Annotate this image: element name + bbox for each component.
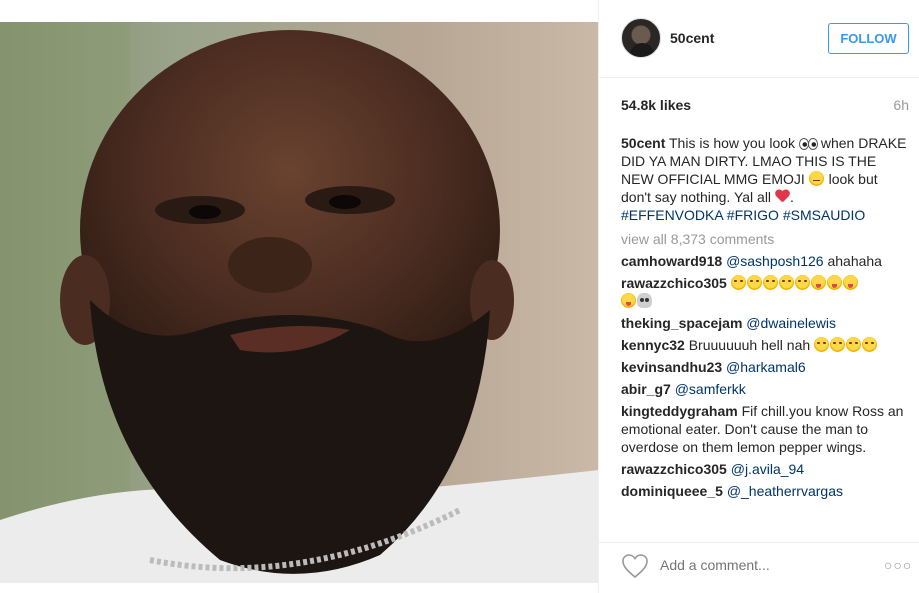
heart-emoji-icon xyxy=(775,190,790,203)
follow-button[interactable]: FOLLOW xyxy=(828,23,909,54)
comments-feed: 50cent This is how you look when DRAKE D… xyxy=(621,134,911,504)
comment-username[interactable]: dominiqueee_5 xyxy=(621,483,723,499)
more-options-icon[interactable]: ○○○ xyxy=(884,557,912,573)
post-header: 50cent FOLLOW xyxy=(599,0,919,78)
tongue-emoji-icon xyxy=(826,275,842,290)
tongue-emoji-icon xyxy=(621,293,636,308)
post-photo[interactable] xyxy=(0,0,599,593)
comment-mention[interactable]: @samferkk xyxy=(675,381,746,397)
comment: theking_spacejam @dwainelewis xyxy=(621,314,911,332)
comment: kevinsandhu23 @harkamal6 xyxy=(621,358,911,376)
post-side-panel: 50cent FOLLOW 54.8k likes 6h 50cent This… xyxy=(599,0,919,593)
caption-text-4: . xyxy=(789,189,794,205)
eyes-emoji-icon xyxy=(798,138,818,150)
comment-username[interactable]: theking_spacejam xyxy=(621,315,742,331)
avatar[interactable] xyxy=(621,18,661,58)
comment-username[interactable]: kennyc32 xyxy=(621,337,685,353)
caption: 50cent This is how you look when DRAKE D… xyxy=(621,134,911,224)
comment: abir_g7 @samferkk xyxy=(621,380,911,398)
tears-of-joy-emoji-icon xyxy=(762,275,778,290)
caption-username[interactable]: 50cent xyxy=(621,135,665,151)
tears-of-joy-emoji-icon xyxy=(814,337,830,352)
comment-username[interactable]: abir_g7 xyxy=(621,381,671,397)
post-time[interactable]: 6h xyxy=(893,97,909,113)
comment-mention[interactable]: @j.avila_94 xyxy=(731,461,804,477)
skull-emoji-icon xyxy=(637,293,652,308)
tears-of-joy-emoji-icon xyxy=(862,337,878,352)
tears-of-joy-emoji-icon xyxy=(746,275,762,290)
comment-username[interactable]: rawazzchico305 xyxy=(621,461,727,477)
likes-row: 54.8k likes 6h xyxy=(621,97,909,115)
comment-username[interactable]: camhoward918 xyxy=(621,253,722,269)
comment-mention[interactable]: @sashposh126 xyxy=(726,253,824,269)
comment-text: Bruuuuuuh hell nah xyxy=(688,337,811,353)
tears-of-joy-emoji-icon xyxy=(846,337,862,352)
comment-username[interactable]: rawazzchico305 xyxy=(621,275,727,291)
tears-of-joy-emoji-icon xyxy=(830,337,846,352)
comment: rawazzchico305 @j.avila_94 xyxy=(621,460,911,478)
header-username[interactable]: 50cent xyxy=(670,30,714,46)
comment: camhoward918 @sashposh126 ahahaha xyxy=(621,252,911,270)
comment: kingteddygraham Fif chill.you know Ross … xyxy=(621,402,911,456)
view-all-comments-link[interactable]: view all 8,373 comments xyxy=(621,230,911,248)
comment-footer: ○○○ xyxy=(599,542,919,593)
heart-outline-icon[interactable] xyxy=(621,553,649,579)
photo-bottom-margin xyxy=(0,583,599,593)
comment-text: ahahaha xyxy=(827,253,882,269)
caption-hashtags[interactable]: #EFFENVODKA #FRIGO #SMSAUDIO xyxy=(621,207,865,223)
comment-mention[interactable]: @harkamal6 xyxy=(726,359,806,375)
comment-mention[interactable]: @dwainelewis xyxy=(746,315,836,331)
tongue-emoji-icon xyxy=(842,275,858,290)
tongue-emoji-icon xyxy=(810,275,826,290)
comment: dominiqueee_5 @_heatherrvargas xyxy=(621,482,911,500)
add-comment-input[interactable] xyxy=(660,557,870,573)
likes-count[interactable]: 54.8k likes xyxy=(621,97,691,113)
comment: rawazzchico305 xyxy=(621,274,911,310)
comment-username[interactable]: kevinsandhu23 xyxy=(621,359,722,375)
comment-username[interactable]: kingteddygraham xyxy=(621,403,738,419)
grimace-emoji-icon xyxy=(808,171,824,186)
tears-of-joy-emoji-icon xyxy=(794,275,810,290)
tears-of-joy-emoji-icon xyxy=(730,275,746,290)
caption-text-1: This is how you look xyxy=(669,135,796,151)
comment: kennyc32 Bruuuuuuh hell nah xyxy=(621,336,911,354)
tears-of-joy-emoji-icon xyxy=(778,275,794,290)
comment-mention[interactable]: @_heatherrvargas xyxy=(727,483,843,499)
photo-image xyxy=(0,22,599,583)
